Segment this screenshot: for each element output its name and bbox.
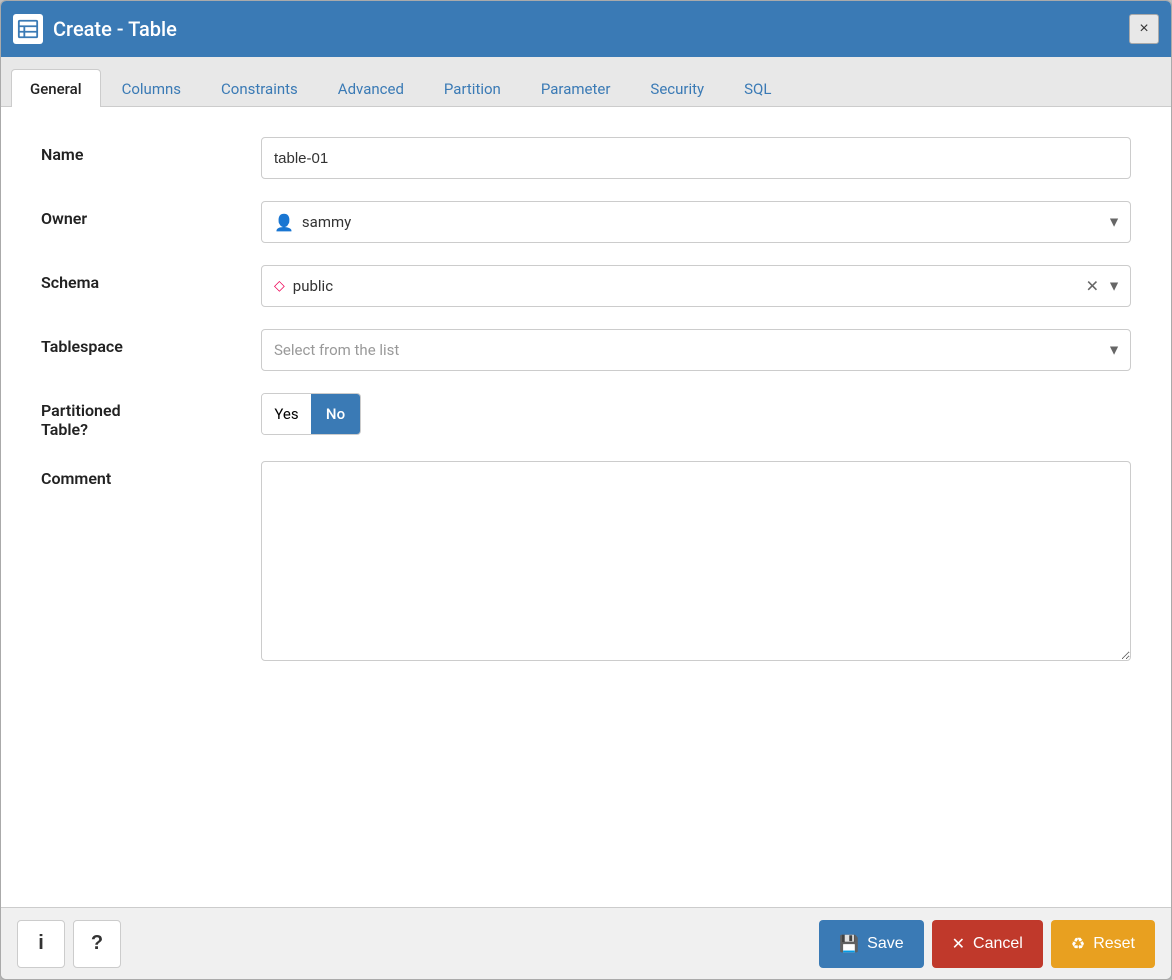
owner-row: Owner 👤 sammy ▼	[41, 201, 1131, 243]
comment-input[interactable]	[261, 461, 1131, 661]
tab-general[interactable]: General	[11, 69, 101, 107]
owner-display[interactable]: 👤 sammy	[261, 201, 1131, 243]
user-icon: 👤	[274, 213, 294, 232]
name-row: Name	[41, 137, 1131, 179]
tab-constraints[interactable]: Constraints	[202, 69, 317, 107]
toggle-yes[interactable]: Yes	[262, 394, 311, 434]
close-button[interactable]: ×	[1129, 14, 1159, 44]
name-label: Name	[41, 137, 261, 164]
clear-icon[interactable]: ✕	[1086, 277, 1099, 296]
schema-value: public	[293, 277, 333, 295]
save-button[interactable]: 💾 Save	[819, 920, 923, 968]
tab-sql[interactable]: SQL	[725, 69, 790, 107]
tab-security[interactable]: Security	[631, 69, 723, 107]
owner-select[interactable]: 👤 sammy ▼	[261, 201, 1131, 243]
main-content: Name Owner 👤 sammy ▼ Schema	[1, 107, 1171, 907]
comment-row: Comment	[41, 461, 1131, 665]
partitioned-label: Partitioned Table?	[41, 393, 261, 439]
toggle-no[interactable]: No	[311, 394, 360, 434]
comment-control	[261, 461, 1131, 665]
dialog-title: Create - Table	[53, 17, 177, 41]
reset-button[interactable]: ♻ Reset	[1051, 920, 1155, 968]
owner-label: Owner	[41, 201, 261, 228]
schema-display[interactable]: ◇ public	[261, 265, 1131, 307]
reset-icon: ♻	[1071, 934, 1085, 954]
tablespace-placeholder: Select from the list	[274, 341, 399, 359]
create-table-dialog: Create - Table × General Columns Constra…	[0, 0, 1172, 980]
bottombar-left: i ?	[17, 920, 121, 968]
tablespace-label: Tablespace	[41, 329, 261, 356]
partitioned-row: Partitioned Table? Yes No	[41, 393, 1131, 439]
cancel-icon: ✕	[952, 934, 965, 954]
comment-label: Comment	[41, 461, 261, 488]
schema-row: Schema ◇ public ✕ ▼	[41, 265, 1131, 307]
tab-columns[interactable]: Columns	[103, 69, 200, 107]
tab-advanced[interactable]: Advanced	[319, 69, 423, 107]
cancel-button[interactable]: ✕ Cancel	[932, 920, 1043, 968]
tablespace-row: Tablespace Select from the list ▼	[41, 329, 1131, 371]
owner-value: sammy	[302, 213, 351, 231]
partitioned-toggle[interactable]: Yes No	[261, 393, 361, 435]
owner-control: 👤 sammy ▼	[261, 201, 1131, 243]
tabs-bar: General Columns Constraints Advanced Par…	[1, 57, 1171, 107]
schema-diamond-icon: ◇	[274, 278, 285, 294]
tablespace-control: Select from the list ▼	[261, 329, 1131, 371]
bottombar: i ? 💾 Save ✕ Cancel ♻ Reset	[1, 907, 1171, 979]
save-icon: 💾	[839, 934, 859, 954]
tablespace-select[interactable]: Select from the list ▼	[261, 329, 1131, 371]
name-control	[261, 137, 1131, 179]
tab-partition[interactable]: Partition	[425, 69, 520, 107]
schema-select[interactable]: ◇ public ✕ ▼	[261, 265, 1131, 307]
tab-parameter[interactable]: Parameter	[522, 69, 630, 107]
info-button[interactable]: i	[17, 920, 65, 968]
titlebar-left: Create - Table	[13, 14, 177, 44]
help-button[interactable]: ?	[73, 920, 121, 968]
bottombar-right: 💾 Save ✕ Cancel ♻ Reset	[819, 920, 1155, 968]
titlebar: Create - Table ×	[1, 1, 1171, 57]
schema-control: ◇ public ✕ ▼	[261, 265, 1131, 307]
partitioned-control: Yes No	[261, 393, 1131, 435]
tablespace-display[interactable]: Select from the list	[261, 329, 1131, 371]
schema-label: Schema	[41, 265, 261, 292]
name-input[interactable]	[261, 137, 1131, 179]
table-icon	[13, 14, 43, 44]
